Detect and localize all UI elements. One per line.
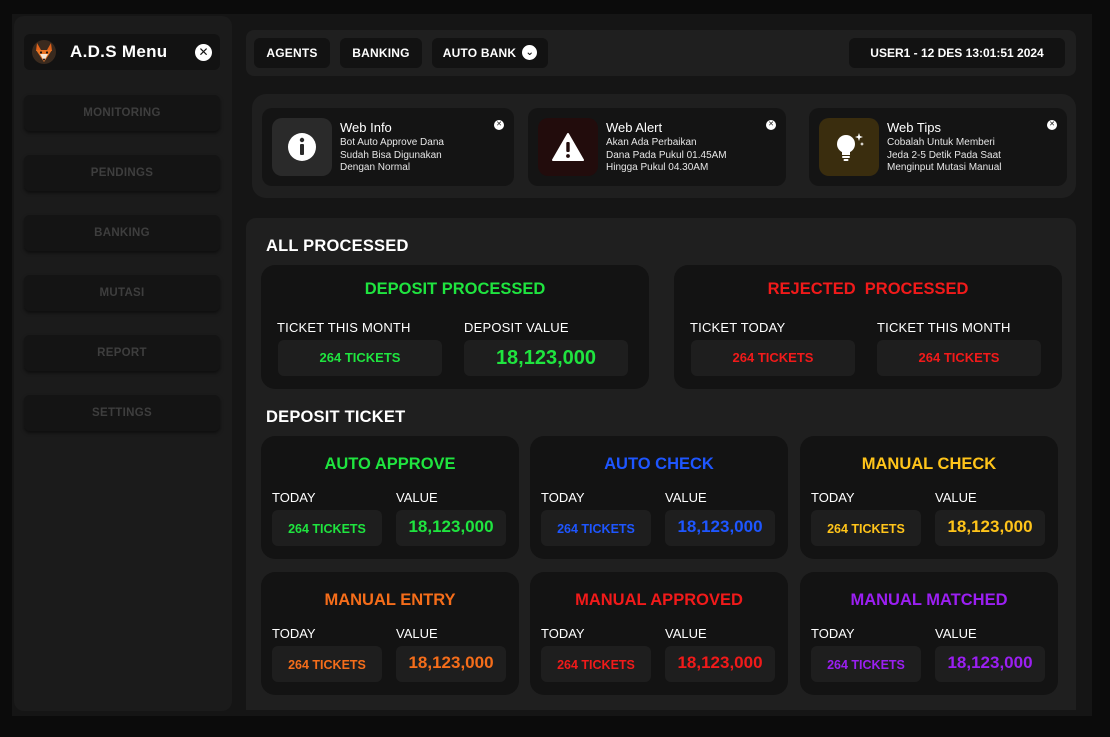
manual-check-title: MANUAL CHECK xyxy=(861,455,997,473)
tips-line: Jeda 2-5 Detik Pada Saat xyxy=(887,149,1001,161)
close-icon[interactable]: ✕ xyxy=(766,120,776,130)
auto-approve-value: 18,123,000 xyxy=(396,510,506,546)
deposit-label-1: TICKET THIS MONTH xyxy=(277,320,411,335)
deposit-value: 18,123,000 xyxy=(464,340,628,376)
chevron-down-icon: ⌄ xyxy=(522,45,538,61)
info-icon xyxy=(272,118,332,176)
brand-title: A.D.S Menu xyxy=(70,42,168,61)
close-icon[interactable]: ✕ xyxy=(494,120,504,130)
close-icon[interactable]: ✕ xyxy=(195,43,212,61)
sidebar-item-settings[interactable]: SETTINGS xyxy=(24,395,220,431)
auto-approve-tickets: 264 TICKETS xyxy=(272,510,382,546)
value-label: VALUE xyxy=(665,626,707,641)
deposit-processed-card: DEPOSIT PROCESSED TICKET THIS MONTH DEPO… xyxy=(261,265,649,389)
manual-entry-tickets: 264 TICKETS xyxy=(272,646,382,682)
manual-entry-card: MANUAL ENTRY TODAY VALUE 264 TICKETS 18,123,… xyxy=(261,572,519,695)
alert-line: Hingga Pukul 04.30AM xyxy=(606,162,709,173)
rejected-month-count: 264 TICKETS xyxy=(877,340,1041,376)
manual-check-card: MANUAL CHECK TODAY VALUE 264 TICKETS 18,123,… xyxy=(800,436,1058,559)
manual-check-value: 18,123,000 xyxy=(935,510,1045,546)
manual-matched-title: MANUAL MATCHED xyxy=(850,591,1008,609)
tab-agents[interactable]: AGENTS xyxy=(254,38,330,68)
manual-matched-value: 18,123,000 xyxy=(935,646,1045,682)
web-info-card: Web Info Bot Auto Approve Dana Sudah Bis… xyxy=(262,108,514,186)
auto-approve-title: AUTO APPROVE xyxy=(324,455,456,473)
tab-banking[interactable]: BANKING xyxy=(340,38,422,68)
alert-line: Akan Ada Perbaikan xyxy=(606,137,697,148)
all-processed-title: ALL PROCESSED xyxy=(266,237,409,255)
info-line: Dengan Normal xyxy=(340,162,411,173)
rejected-processed-title: REJECTED PROCESSED xyxy=(767,280,969,298)
value-label: VALUE xyxy=(935,626,977,641)
value-label: VALUE xyxy=(396,626,438,641)
today-label: TODAY xyxy=(272,626,316,641)
value-label: VALUE xyxy=(665,490,707,505)
auto-bank-dropdown[interactable]: AUTO BANK ⌄ xyxy=(432,38,548,68)
manual-approved-title: MANUAL APPROVED xyxy=(575,591,743,609)
manual-entry-value: 18,123,000 xyxy=(396,646,506,682)
auto-check-card: AUTO CHECK TODAY VALUE 264 TICKETS 18,123,00… xyxy=(530,436,788,559)
brand-header: A.D.S Menu ✕ xyxy=(24,34,220,70)
alert-card-title: Web Alert xyxy=(606,120,663,135)
user-status: USER1 - 12 DES 13:01:51 2024 xyxy=(849,38,1065,68)
deposit-ticket-title: DEPOSIT TICKET xyxy=(266,408,406,426)
alert-card-text: Akan Ada Perbaikan Dana Pada Pukul 01.45… xyxy=(606,137,736,175)
lightbulb-icon xyxy=(819,118,879,176)
deposit-label-2: DEPOSIT VALUE xyxy=(464,320,569,335)
info-line: Bot Auto Approve Dana xyxy=(340,137,444,148)
tips-card-title: Web Tips xyxy=(887,120,941,135)
web-alert-card: Web Alert Akan Ada Perbaikan Dana Pada P… xyxy=(528,108,786,186)
info-card-text: Bot Auto Approve Dana Sudah Bisa Digunak… xyxy=(340,137,470,175)
rejected-processed-card: REJECTED PROCESSED TICKET TODAY TICKET T… xyxy=(674,265,1062,389)
manual-matched-tickets: 264 TICKETS xyxy=(811,646,921,682)
warning-icon xyxy=(538,118,598,176)
deposit-processed-title: DEPOSIT PROCESSED xyxy=(364,280,546,298)
today-label: TODAY xyxy=(272,490,316,505)
auto-check-value: 18,123,000 xyxy=(665,510,775,546)
top-bar: AGENTS BANKING AUTO BANK ⌄ USER1 - 12 DES… xyxy=(246,30,1076,76)
auto-check-title: AUTO CHECK xyxy=(604,455,714,473)
manual-approved-tickets: 264 TICKETS xyxy=(541,646,651,682)
tips-line: Cobalah Untuk Memberi xyxy=(887,137,995,148)
today-label: TODAY xyxy=(541,490,585,505)
auto-approve-card: AUTO APPROVE TODAY VALUE 264 TICKETS 18,123,… xyxy=(261,436,519,559)
manual-matched-card: MANUAL MATCHED TODAY VALUE 264 TICKETS 18,12… xyxy=(800,572,1058,695)
deposit-ticket-count: 264 TICKETS xyxy=(278,340,442,376)
close-icon[interactable]: ✕ xyxy=(1047,120,1057,130)
notification-strip: Web Info Bot Auto Approve Dana Sudah Bis… xyxy=(252,94,1076,198)
manual-check-tickets: 264 TICKETS xyxy=(811,510,921,546)
tips-card-text: Cobalah Untuk Memberi Jeda 2-5 Detik Pad… xyxy=(887,137,1037,175)
manual-approved-card: MANUAL APPROVED TODAY VALUE 264 TICKETS 18,1… xyxy=(530,572,788,695)
alert-line: Dana Pada Pukul 01.45AM xyxy=(606,149,727,161)
main-panel: ALL PROCESSED DEPOSIT PROCESSED TICKET T… xyxy=(246,218,1076,710)
sidebar-item-banking[interactable]: BANKING xyxy=(24,215,220,251)
today-label: TODAY xyxy=(811,490,855,505)
today-label: TODAY xyxy=(811,626,855,641)
fox-logo-icon xyxy=(32,40,56,64)
today-label: TODAY xyxy=(541,626,585,641)
manual-entry-title: MANUAL ENTRY xyxy=(324,591,456,609)
sidebar-item-pendings[interactable]: PENDINGS xyxy=(24,155,220,191)
auto-check-tickets: 264 TICKETS xyxy=(541,510,651,546)
value-label: VALUE xyxy=(935,490,977,505)
auto-bank-label: AUTO BANK xyxy=(442,46,517,60)
info-card-title: Web Info xyxy=(340,120,392,135)
sidebar-item-mutasi[interactable]: MUTASI xyxy=(24,275,220,311)
sidebar: A.D.S Menu ✕ MONITORING PENDINGS BANKING… xyxy=(14,16,232,711)
sidebar-item-report[interactable]: REPORT xyxy=(24,335,220,371)
sidebar-item-monitoring[interactable]: MONITORING xyxy=(24,95,220,131)
rejected-today-count: 264 TICKETS xyxy=(691,340,855,376)
manual-approved-value: 18,123,000 xyxy=(665,646,775,682)
web-tips-card: Web Tips Cobalah Untuk Memberi Jeda 2-5 … xyxy=(809,108,1067,186)
tips-line: Menginput Mutasi Manual xyxy=(887,162,1002,173)
info-line: Sudah Bisa Digunakan xyxy=(340,149,442,161)
rejected-label-1: TICKET TODAY xyxy=(690,320,786,335)
value-label: VALUE xyxy=(396,490,438,505)
rejected-label-2: TICKET THIS MONTH xyxy=(877,320,1011,335)
